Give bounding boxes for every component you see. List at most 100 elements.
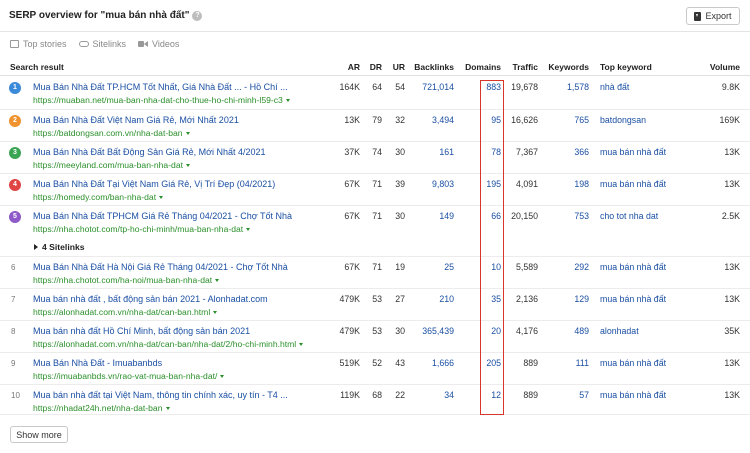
cell-ur: 43	[395, 358, 405, 368]
result-title-link[interactable]: Mua bán nhà đất Hồ Chí Minh, bất động sả…	[33, 326, 250, 336]
result-url[interactable]: https://nha.chotot.com/tp-ho-chi-minh/mu…	[33, 224, 251, 234]
result-url[interactable]: https://alonhadat.com.vn/nha-dat/can-ban…	[33, 339, 304, 349]
cell-top-keyword[interactable]: mua bán nhà đất	[600, 262, 695, 272]
table-row: 9 Mua Bán Nhà Đất - Imuabanbds https://imu…	[0, 353, 750, 385]
result-title-link[interactable]: Mua Bán Nhà Đất Bất Động Sản Giá Rẻ, Mới…	[33, 147, 266, 157]
help-icon[interactable]: ?	[192, 11, 203, 21]
result-url[interactable]: https://meeyland.com/mua-ban-nha-dat	[33, 160, 190, 170]
cell-ar: 479K	[339, 294, 360, 304]
chevron-down-icon[interactable]	[246, 228, 251, 231]
cell-top-keyword[interactable]: alonhadat	[600, 326, 695, 336]
table-row: 6 Mua Bán Nhà Đất Hà Nội Giá Rẻ Tháng 04/…	[0, 257, 750, 289]
feature-top-stories[interactable]: Top stories	[10, 39, 67, 49]
result-title-link[interactable]: Mua Bán Nhà Đất - Imuabanbds	[33, 358, 162, 368]
cell-top-keyword[interactable]: batdongsan	[600, 115, 695, 125]
result-title-link[interactable]: Mua Bán Nhà Đất Việt Nam Giá Rẻ, Mới Nhấ…	[33, 115, 239, 125]
caret-right-icon	[34, 244, 38, 250]
feature-videos[interactable]: Videos	[138, 39, 179, 49]
cell-top-keyword[interactable]: mua bán nhà đất	[600, 358, 695, 368]
cell-keywords[interactable]: 57	[545, 390, 589, 400]
chevron-down-icon[interactable]	[213, 311, 218, 314]
chevron-down-icon[interactable]	[220, 375, 225, 378]
col-top-keyword[interactable]: Top keyword	[600, 62, 652, 72]
result-url[interactable]: https://imuabanbds.vn/rao-vat-mua-ban-nh…	[33, 371, 225, 381]
cell-keywords[interactable]: 198	[545, 179, 589, 189]
cell-top-keyword[interactable]: mua bán nhà đất	[600, 294, 695, 304]
cell-backlinks[interactable]: 1,666	[410, 358, 454, 368]
result-title-link[interactable]: Mua Bán Nhà Đất TP.HCM Tốt Nhất, Giá Nhà…	[33, 82, 288, 92]
cell-backlinks[interactable]: 161	[410, 147, 454, 157]
col-ur[interactable]: UR	[385, 62, 405, 72]
cell-keywords[interactable]: 765	[545, 115, 589, 125]
cell-backlinks[interactable]: 721,014	[410, 82, 454, 92]
cell-keywords[interactable]: 753	[545, 211, 589, 221]
chevron-down-icon[interactable]	[186, 164, 190, 167]
result-url[interactable]: https://homedy.com/ban-nha-dat	[33, 192, 164, 202]
chevron-down-icon[interactable]	[215, 279, 220, 282]
cell-dr: 53	[372, 326, 382, 336]
result-title-link[interactable]: Mua bán nhà đất tại Việt Nam, thông tin …	[33, 390, 288, 400]
cell-top-keyword[interactable]: mua bán nhà đất	[600, 179, 695, 189]
chevron-down-icon[interactable]	[165, 407, 170, 410]
chevron-down-icon[interactable]	[299, 343, 304, 346]
result-url[interactable]: https://nhadat24h.net/nha-dat-ban	[33, 403, 170, 413]
chevron-down-icon[interactable]	[285, 99, 290, 102]
cell-backlinks[interactable]: 365,439	[410, 326, 454, 336]
col-traffic[interactable]: Traffic	[505, 62, 538, 72]
position-badge: 10	[11, 391, 20, 400]
cell-ur: 30	[395, 211, 405, 221]
cell-keywords[interactable]: 366	[545, 147, 589, 157]
col-volume[interactable]: Volume	[700, 62, 740, 72]
cell-backlinks[interactable]: 9,803	[410, 179, 454, 189]
col-domains[interactable]: Domains	[460, 62, 501, 72]
result-title-link[interactable]: Mua Bán Nhà Đất Hà Nội Giá Rẻ Tháng 04/2…	[33, 262, 288, 272]
cell-keywords[interactable]: 111	[545, 358, 589, 368]
download-icon	[694, 11, 702, 21]
cell-top-keyword[interactable]: cho tot nha dat	[600, 211, 695, 221]
cell-keywords[interactable]: 292	[545, 262, 589, 272]
cell-traffic: 4,091	[515, 179, 538, 189]
cell-keywords[interactable]: 1,578	[545, 82, 589, 92]
chevron-down-icon[interactable]	[159, 196, 164, 199]
cell-backlinks[interactable]: 25	[410, 262, 454, 272]
sitelinks-toggle[interactable]: 4 Sitelinks	[34, 242, 85, 252]
result-url[interactable]: https://batdongsan.com.vn/nha-dat-ban	[33, 128, 190, 138]
cell-backlinks[interactable]: 34	[410, 390, 454, 400]
cell-top-keyword[interactable]: mua bán nhà đất	[600, 390, 695, 400]
table-row: 7 Mua bán nhà đất , bất động sản bán 2021…	[0, 289, 750, 321]
col-ar[interactable]: AR	[330, 62, 360, 72]
col-dr[interactable]: DR	[362, 62, 382, 72]
cell-backlinks[interactable]: 210	[410, 294, 454, 304]
feature-sitelinks[interactable]: Sitelinks	[78, 39, 126, 49]
result-url[interactable]: https://nha.chotot.com/ha-noi/mua-ban-nh…	[33, 275, 220, 285]
result-title-link[interactable]: Mua Bán Nhà Đất Tại Việt Nam Giá Rẻ, Vị …	[33, 179, 275, 189]
col-backlinks[interactable]: Backlinks	[410, 62, 454, 72]
cell-volume: 13K	[724, 179, 740, 189]
result-title-link[interactable]: Mua Bán Nhà Đất TPHCM Giá Rẻ Tháng 04/20…	[33, 211, 292, 221]
cell-traffic: 5,589	[515, 262, 538, 272]
cell-keywords[interactable]: 129	[545, 294, 589, 304]
table-row: 2 Mua Bán Nhà Đất Việt Nam Giá Rẻ, Mới Nh…	[0, 110, 750, 142]
cell-ur: 39	[395, 179, 405, 189]
chevron-down-icon[interactable]	[185, 132, 190, 135]
cell-keywords[interactable]: 489	[545, 326, 589, 336]
cell-traffic: 19,678	[511, 82, 538, 92]
result-url[interactable]: https://alonhadat.com.vn/nha-dat/can-ban…	[33, 307, 218, 317]
cell-volume: 35K	[724, 326, 740, 336]
col-keywords[interactable]: Keywords	[545, 62, 589, 72]
cell-backlinks[interactable]: 3,494	[410, 115, 454, 125]
cell-top-keyword[interactable]: mua bán nhà đất	[600, 147, 695, 157]
table-row: 4 Mua Bán Nhà Đất Tại Việt Nam Giá Rẻ, Vị…	[0, 174, 750, 206]
cell-volume: 13K	[724, 358, 740, 368]
result-url[interactable]: https://muaban.net/mua-ban-nha-dat-cho-t…	[33, 95, 290, 105]
export-button[interactable]: Export	[686, 7, 740, 25]
cell-dr: 64	[372, 82, 382, 92]
result-title-link[interactable]: Mua bán nhà đất , bất động sản bán 2021 …	[33, 294, 268, 304]
show-more-button[interactable]: Show more	[10, 426, 68, 443]
cell-ur: 19	[395, 262, 405, 272]
col-search-result[interactable]: Search result	[10, 62, 64, 72]
cell-backlinks[interactable]: 149	[410, 211, 454, 221]
position-badge: 8	[11, 327, 16, 336]
cell-top-keyword[interactable]: nhà đất	[600, 82, 695, 92]
cell-dr: 71	[372, 179, 382, 189]
